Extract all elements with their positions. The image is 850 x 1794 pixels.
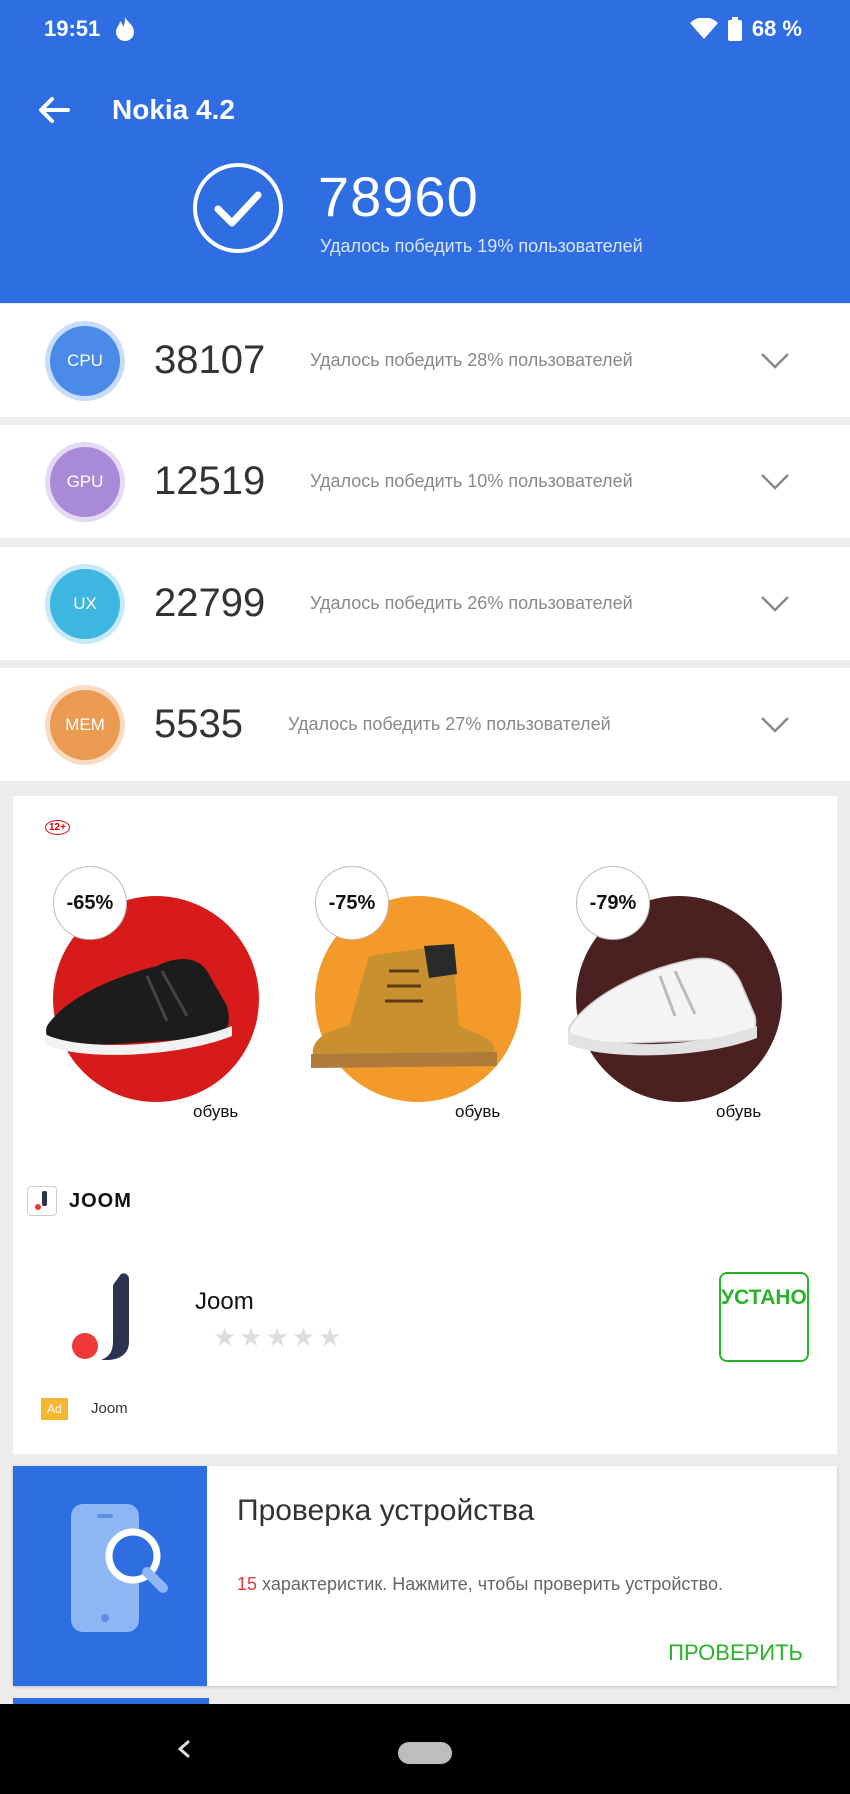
gpu-score: 12519 [154,459,266,503]
cpu-badge: CPU [50,325,120,396]
install-button[interactable]: УСТАНОВИТЬ [719,1272,809,1362]
boot-image [311,944,497,1068]
ux-badge: UX [50,568,120,639]
app-bar: Nokia 4.2 [36,92,235,128]
nav-home-pill[interactable] [398,1742,452,1764]
joom-logo-icon [27,1186,57,1216]
mem-desc: Удалось победить 27% пользователей [288,714,611,734]
chevron-down-icon[interactable] [760,352,790,370]
rating-stars: ★★★★★ [213,1322,345,1352]
chevron-down-icon[interactable] [760,716,790,734]
ad-product-3[interactable]: -79% обувь [540,866,782,1121]
advertiser-brand: JOOM [69,1189,132,1212]
back-arrow-icon[interactable] [36,92,72,128]
device-check-card[interactable]: Проверка устройства 15 характеристик. На… [13,1466,837,1686]
score-row-cpu[interactable]: CPU 38107 Удалось победить 28% пользоват… [0,304,850,417]
device-check-count: 15 [237,1574,258,1594]
total-score: 78960 [318,165,479,228]
mem-score: 5535 [154,702,243,746]
age-rating-badge: 12+ [45,820,70,835]
status-time: 19:51 [44,16,101,41]
discount-badge: -79% [576,866,650,940]
battery-icon [727,17,742,41]
wifi-icon [689,18,718,39]
device-check-desc: 15 характеристик. Нажмите, чтобы провери… [237,1574,723,1595]
advertiser-name: Joom [91,1400,128,1417]
battery-percent: 68 % [751,16,802,41]
ad-product-2[interactable]: -75% обувь [279,866,521,1121]
ux-desc: Удалось победить 26% пользователей [310,593,633,613]
gpu-desc: Удалось победить 10% пользователей [310,471,633,491]
device-check-illustration [13,1466,207,1686]
device-check-title: Проверка устройства [237,1494,535,1527]
discount-badge: -65% [53,866,127,940]
header: 19:51 68 % Nokia 4.2 78960 Удалось побед… [0,0,850,303]
cpu-desc: Удалось победить 28% пользователей [310,350,633,370]
ad-product-1[interactable]: -65% обувь [17,866,259,1121]
sneaker-image [45,959,232,1055]
check-button[interactable]: ПРОВЕРИТЬ [668,1640,803,1666]
status-right: 68 % [689,16,802,42]
white-sneaker-image [568,957,757,1056]
phone-search-icon [71,1504,168,1632]
advertiser-header: JOOM [27,1186,132,1216]
product-label: обувь [193,1102,239,1121]
product-label: обувь [455,1102,501,1121]
checkmark-circle-icon [193,163,283,253]
discount-badge: -75% [315,866,389,940]
system-nav-bar [0,1704,850,1794]
ad-card[interactable]: 12+ -65% обувь -75% обувь -79% обувь JOO… [13,796,837,1454]
total-score-subtitle: Удалось победить 19% пользователей [320,236,643,256]
score-row-mem[interactable]: MEM 5535 Удалось победить 27% пользовате… [0,668,850,781]
cpu-score: 38107 [154,338,266,382]
ad-app-name: Joom [195,1288,254,1315]
gpu-badge: GPU [50,446,120,517]
chevron-down-icon[interactable] [760,595,790,613]
chevron-down-icon[interactable] [760,473,790,491]
nav-back-icon[interactable] [172,1734,196,1764]
device-check-text: характеристик. Нажмите, чтобы проверить … [257,1574,724,1594]
product-label: обувь [716,1102,762,1121]
mem-badge: MEM [50,689,120,760]
score-row-ux[interactable]: UX 22799 Удалось победить 26% пользовате… [0,547,850,660]
joom-app-icon [72,1273,129,1360]
status-bar: 19:51 68 % [44,14,802,44]
notification-flame-icon [116,17,135,41]
page-title: Nokia 4.2 [112,94,235,125]
ux-score: 22799 [154,581,266,625]
score-row-gpu[interactable]: GPU 12519 Удалось победить 10% пользоват… [0,425,850,538]
ad-tag: Ad [41,1398,68,1420]
